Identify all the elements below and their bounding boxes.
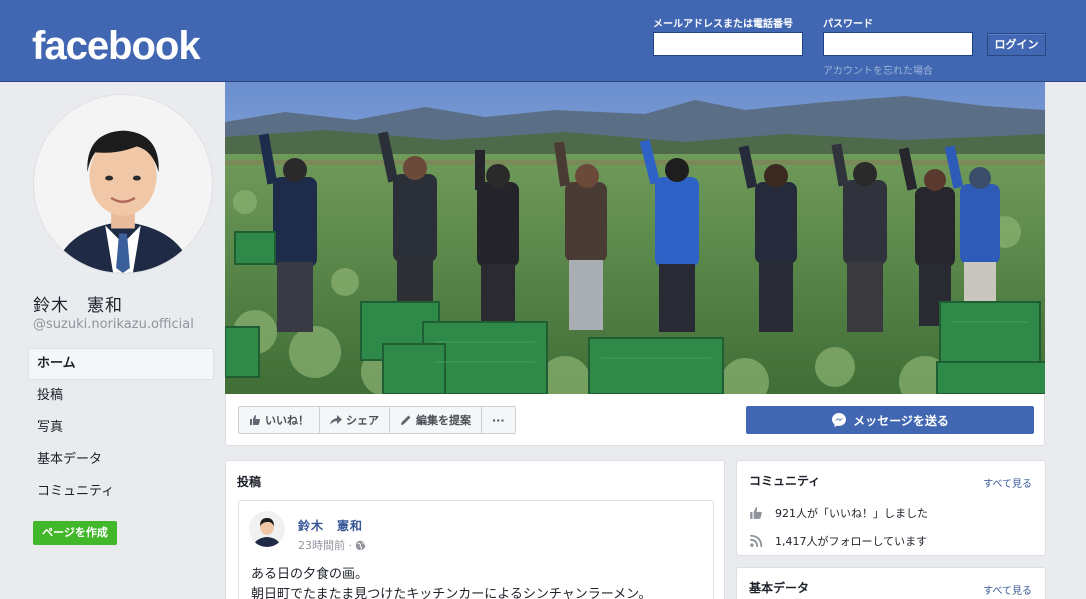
about-see-all-link[interactable]: すべて見る [983,582,1032,597]
profile-photo [34,95,212,273]
nav-item-home[interactable]: ホーム [28,348,214,380]
send-message-label: メッセージを送る [853,413,949,428]
forgot-account-link[interactable]: アカウントを忘れた場合 [823,62,933,77]
like-button[interactable]: いいね！ [239,407,320,433]
password-field[interactable] [823,32,973,56]
about-panel: 基本データ すべて見る [736,567,1046,599]
post-author-name[interactable]: 鈴木 憲和 [298,517,363,534]
profile-handle[interactable]: @suzuki.norikazu.official [33,317,194,332]
nav-item-about[interactable]: 基本データ [28,444,214,476]
share-button[interactable]: シェア [320,407,390,433]
community-follows-row: 1,417人がフォローしています [749,533,927,549]
nav-item-posts[interactable]: 投稿 [28,380,214,412]
login-button[interactable]: ログイン [987,33,1046,56]
post-author-photo [249,511,285,547]
more-options-button[interactable]: ··· [482,407,515,433]
email-label: メールアドレスまたは電話番号 [653,19,793,30]
community-see-all-link[interactable]: すべて見る [983,475,1032,490]
rss-follow-icon [750,534,763,547]
profile-picture[interactable] [33,94,213,274]
cover-photo-illustration [225,82,1045,394]
thumbs-up-icon [250,415,260,425]
create-page-button[interactable]: ページを作成 [33,521,117,545]
suggest-edit-label: 編集を提案 [416,414,471,427]
post-author-avatar[interactable] [249,511,285,547]
community-likes-count: 921人が「いいね！」しました [775,507,928,520]
email-field[interactable] [653,32,803,56]
more-dots-icon: ··· [492,413,505,427]
post-timestamp[interactable]: 23時間前 · [298,537,366,553]
share-arrow-icon [330,415,342,425]
posts-heading: 投稿 [237,475,262,489]
nav-item-community[interactable]: コミュニティ [28,476,214,508]
page-action-bar: いいね！ シェア 編集を提案 ··· メッセージを送る [225,394,1045,446]
facebook-logo[interactable]: facebook [32,24,201,69]
action-button-group: いいね！ シェア 編集を提案 ··· [238,406,516,434]
post-card: 鈴木 憲和 23時間前 · ある日の夕食の画。 朝日町でたまたま見つけたキッチン… [238,500,714,599]
messenger-icon [832,413,847,427]
post-text-line: 朝日町でたまたま見つけたキッチンカーによるシンチャンラーメン。 [251,587,652,599]
post-time-label: 23時間前 · [298,539,352,552]
globe-icon [355,540,366,550]
password-label: パスワード [823,19,873,30]
community-likes-row: 921人が「いいね！」しました [749,505,928,521]
posts-panel: 投稿 鈴木 憲和 23時間前 · ある日の夕食の画。 朝日町でたまたま見つけたキ… [225,460,725,599]
profile-name: 鈴木 憲和 [33,296,123,316]
community-follows-count: 1,417人がフォローしています [775,535,928,548]
pencil-icon [401,415,411,425]
top-bar: facebook メールアドレスまたは電話番号 パスワード ログイン アカウント… [0,0,1086,82]
post-text-line: ある日の夕食の画。 [251,567,369,582]
page-nav: ホーム 投稿 写真 基本データ コミュニティ [28,348,214,508]
nav-item-photos[interactable]: 写真 [28,412,214,444]
community-heading: コミュニティ [749,474,821,488]
suggest-edit-button[interactable]: 編集を提案 [390,407,482,433]
like-label: いいね！ [265,414,309,427]
about-heading: 基本データ [749,581,810,595]
community-panel: コミュニティ すべて見る 921人が「いいね！」しました 1,417人がフォロー… [736,460,1046,556]
cover-photo[interactable] [225,82,1045,394]
send-message-button[interactable]: メッセージを送る [746,406,1034,434]
thumbs-up-icon [750,507,762,519]
share-label: シェア [346,414,379,427]
